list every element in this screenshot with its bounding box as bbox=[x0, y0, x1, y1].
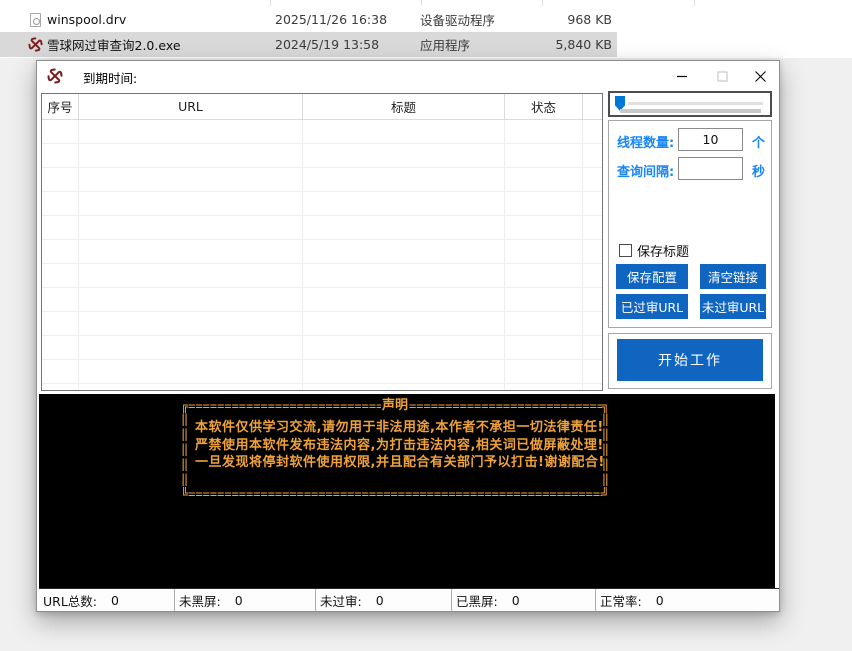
disclaimer-left-border: ‖ ‖ ‖ ‖ ‖ bbox=[181, 412, 193, 487]
save-config-button[interactable]: 保存配置 bbox=[616, 264, 688, 289]
app-window: 到期时间: 序号 URL 标题 状态 bbox=[36, 60, 780, 612]
grid-line bbox=[78, 120, 79, 390]
url-table[interactable]: 序号 URL 标题 状态 bbox=[41, 93, 603, 391]
column-header-status[interactable]: 状态 bbox=[505, 94, 583, 120]
status-value: 0 bbox=[656, 593, 664, 608]
status-not-blackscreen: 未黑屏: 0 bbox=[175, 589, 316, 611]
file-size: 5,840 KB bbox=[500, 37, 612, 52]
save-title-checkbox[interactable] bbox=[619, 244, 632, 257]
slider-track[interactable] bbox=[628, 102, 763, 105]
maximize-button[interactable] bbox=[705, 61, 739, 91]
file-row-winspool[interactable]: winspool.drv 2025/11/26 16:38 设备驱动程序 968… bbox=[0, 7, 617, 32]
column-header-index[interactable]: 序号 bbox=[42, 94, 79, 120]
status-value: 0 bbox=[512, 593, 520, 608]
status-blackscreen: 已黑屏: 0 bbox=[452, 589, 596, 611]
unapproved-url-button[interactable]: 未过审URL bbox=[700, 294, 766, 319]
close-icon bbox=[754, 70, 767, 83]
column-header-filler bbox=[583, 94, 602, 120]
disclaimer-line: 严禁使用本软件发布违法内容,为打击违法内容,相关词已做屏蔽处理! bbox=[195, 437, 595, 455]
file-date: 2025/11/26 16:38 bbox=[275, 12, 387, 27]
disclaimer-text: 本软件仅供学习交流,请勿用于非法用途,本作者不承担一切法律责任! 严禁使用本软件… bbox=[195, 419, 595, 472]
start-work-button[interactable]: 开始工作 bbox=[617, 339, 763, 381]
column-header-title[interactable]: 标题 bbox=[303, 94, 505, 120]
title-bar[interactable]: 到期时间: bbox=[37, 61, 779, 91]
file-date: 2024/5/19 13:58 bbox=[275, 37, 379, 52]
file-size: 968 KB bbox=[500, 12, 612, 27]
file-name: winspool.drv bbox=[47, 12, 126, 27]
disclaimer-line: 一旦发现将停封软件使用权限,并且配合有关部门予以打击!谢谢配合! bbox=[195, 454, 595, 472]
minimize-icon bbox=[676, 70, 688, 82]
driver-file-icon bbox=[27, 12, 43, 28]
disclaimer-line: 本软件仅供学习交流,请勿用于非法用途,本作者不承担一切法律责任! bbox=[195, 419, 595, 437]
status-not-approved: 未过审: 0 bbox=[316, 589, 452, 611]
approved-url-button[interactable]: 已过审URL bbox=[616, 294, 688, 319]
thread-count-input[interactable] bbox=[678, 128, 743, 151]
column-divider bbox=[270, 0, 271, 6]
status-value: 0 bbox=[235, 593, 243, 608]
query-interval-input[interactable] bbox=[678, 157, 743, 180]
status-url-total: URL总数: 0 bbox=[39, 589, 175, 611]
clear-links-button[interactable]: 清空链接 bbox=[700, 264, 766, 289]
disclaimer-top-border: ╔ ======================================… bbox=[181, 399, 609, 413]
speed-slider-group bbox=[608, 91, 772, 117]
start-group: 开始工作 bbox=[608, 333, 772, 389]
disclaimer-bottom-border: ╚ ======================================… bbox=[181, 487, 609, 501]
pinwheel-app-icon bbox=[27, 37, 43, 53]
grid-line bbox=[302, 120, 303, 390]
thread-count-unit: 个 bbox=[752, 132, 765, 151]
query-interval-unit: 秒 bbox=[752, 161, 765, 180]
slider-channel bbox=[620, 109, 761, 113]
status-value: 0 bbox=[376, 593, 384, 608]
thread-count-label: 线程数量: bbox=[617, 132, 674, 151]
table-header: 序号 URL 标题 状态 bbox=[42, 94, 602, 120]
column-divider bbox=[421, 0, 422, 6]
file-row-exe-selected[interactable]: 雪球网过审查询2.0.exe 2024/5/19 13:58 应用程序 5,84… bbox=[0, 32, 617, 57]
table-body-empty[interactable] bbox=[42, 120, 602, 390]
console-area: ╔ ======================================… bbox=[39, 394, 775, 588]
close-button[interactable] bbox=[743, 61, 777, 91]
file-name: 雪球网过审查询2.0.exe bbox=[47, 35, 181, 54]
column-divider bbox=[542, 0, 543, 6]
pinwheel-app-icon bbox=[47, 68, 63, 84]
disclaimer-title: 声明 bbox=[381, 399, 409, 413]
settings-group: 线程数量: 个 查询间隔: 秒 保存标题 保存配置 清空链接 已过审URL 未过… bbox=[608, 120, 772, 328]
save-title-option[interactable]: 保存标题 bbox=[619, 241, 689, 260]
grid-line bbox=[582, 120, 583, 390]
minimize-button[interactable] bbox=[665, 61, 699, 91]
window-title: 到期时间: bbox=[83, 68, 137, 87]
file-explorer-strip: winspool.drv 2025/11/26 16:38 设备驱动程序 968… bbox=[0, 0, 852, 58]
status-bar: URL总数: 0 未黑屏: 0 未过审: 0 已黑屏: 0 正常率: 0 bbox=[39, 588, 779, 611]
file-type: 应用程序 bbox=[420, 35, 470, 54]
status-normal-rate: 正常率: 0 bbox=[596, 589, 779, 611]
query-interval-label: 查询间隔: bbox=[617, 161, 674, 180]
file-type: 设备驱动程序 bbox=[420, 10, 495, 29]
save-title-label: 保存标题 bbox=[637, 241, 689, 260]
status-value: 0 bbox=[111, 593, 119, 608]
column-header-url[interactable]: URL bbox=[79, 94, 303, 120]
grid-line bbox=[504, 120, 505, 390]
disclaimer-box: ╔ ======================================… bbox=[181, 399, 609, 501]
column-divider bbox=[694, 0, 695, 6]
query-interval-row: 查询间隔: 秒 bbox=[609, 157, 771, 181]
maximize-icon bbox=[717, 71, 728, 82]
thread-count-row: 线程数量: 个 bbox=[609, 128, 771, 152]
